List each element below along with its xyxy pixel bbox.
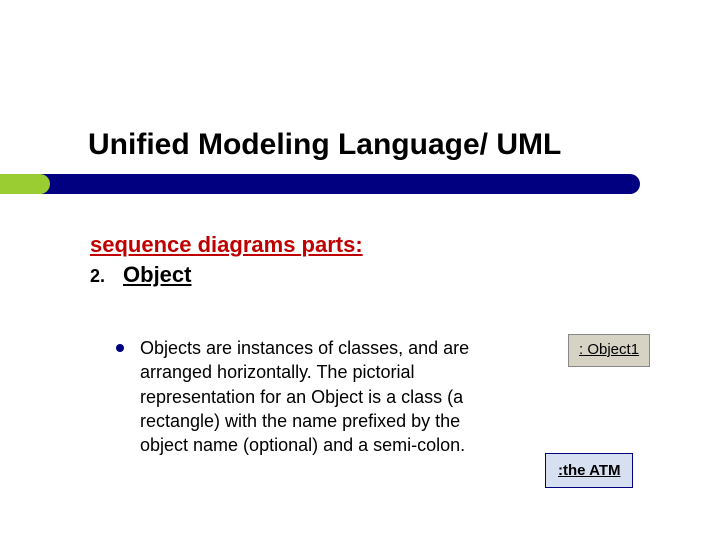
numbered-item: 2. Object xyxy=(90,262,191,288)
object-name-placeholder: Object1 xyxy=(583,341,639,358)
uml-object-box-generic: : Object1 xyxy=(568,334,650,367)
title-underline-bar xyxy=(0,174,640,194)
body-paragraph: Objects are instances of classes, and ar… xyxy=(140,336,492,457)
item-number: 2. xyxy=(90,266,105,286)
bullet-icon xyxy=(116,344,124,352)
uml-object-box-atm: :the ATM xyxy=(545,453,633,488)
section-heading: sequence diagrams parts: xyxy=(90,232,363,258)
item-label: Object xyxy=(123,262,191,287)
slide-title: Unified Modeling Language/ UML xyxy=(88,128,561,162)
